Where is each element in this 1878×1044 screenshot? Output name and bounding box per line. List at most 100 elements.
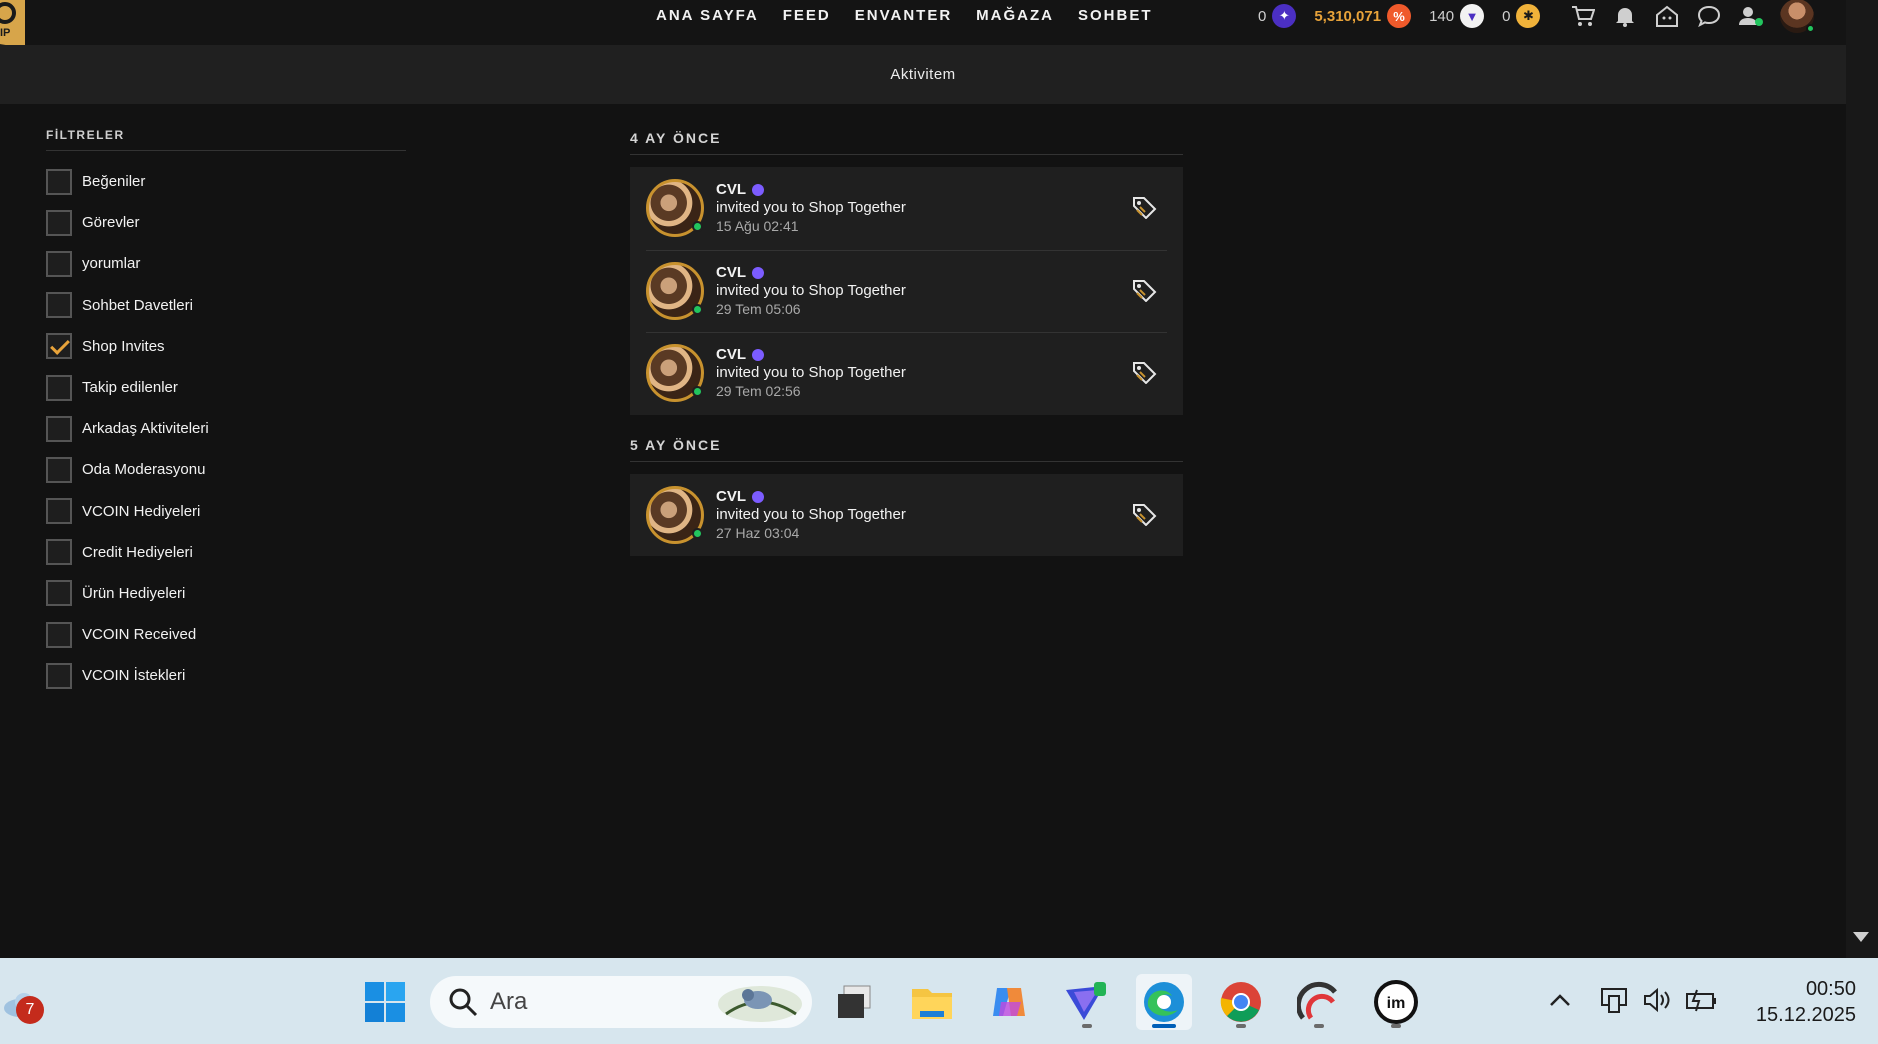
- user-avatar[interactable]: [1780, 0, 1816, 33]
- filter-checkbox[interactable]: [46, 168, 72, 195]
- chat-bubble-icon[interactable]: [1692, 2, 1726, 30]
- filter-label: VCOIN İstekleri: [82, 667, 186, 685]
- filter-item[interactable]: VCOIN Received: [46, 614, 406, 655]
- sender-name[interactable]: CVL: [716, 346, 746, 364]
- cart-icon[interactable]: [1566, 2, 1600, 30]
- edge-browser-button[interactable]: [1136, 974, 1192, 1030]
- main-nav-links: ANA SAYFA FEED ENVANTER MAĞAZA SOHBET: [656, 0, 1153, 30]
- currency-stars-value: 0: [1502, 7, 1511, 25]
- nav-link-home[interactable]: ANA SAYFA: [656, 7, 759, 24]
- currency-gems-value: 0: [1258, 7, 1267, 25]
- task-view-button[interactable]: [826, 974, 882, 1030]
- filter-item[interactable]: Credit Hediyeleri: [46, 532, 406, 573]
- filter-item[interactable]: Görevler: [46, 202, 406, 243]
- shop-tag-icon[interactable]: [1131, 278, 1157, 302]
- activity-item[interactable]: CVL invited you to Shop Together 29 Tem 02…: [630, 332, 1183, 415]
- taskbar-search[interactable]: Ara: [430, 976, 812, 1028]
- copilot-icon: [993, 988, 1025, 1016]
- filter-label: Görevler: [82, 214, 140, 232]
- activity-item[interactable]: CVL invited you to Shop Together 27 Haz 03…: [630, 474, 1183, 557]
- file-explorer-button[interactable]: [904, 974, 960, 1030]
- activity-group: 5 AY ÖNCE CVL invited you to Shop Together…: [630, 437, 1183, 557]
- filter-item[interactable]: Takip edilenler: [46, 367, 406, 408]
- imvu-logo-icon: im: [1374, 980, 1418, 1024]
- filter-checkbox[interactable]: [46, 539, 72, 566]
- filter-item[interactable]: Ürün Hediyeleri: [46, 573, 406, 614]
- shop-tag-icon[interactable]: [1131, 195, 1157, 219]
- nav-link-shop[interactable]: MAĞAZA: [976, 7, 1054, 24]
- filters-title: FİLTRELER: [46, 128, 406, 151]
- top-nav: ANA SAYFA FEED ENVANTER MAĞAZA SOHBET 0 …: [0, 0, 1846, 45]
- weather-widget[interactable]: 7: [2, 980, 44, 1024]
- home-icon[interactable]: [1650, 2, 1684, 30]
- currency-vcoin[interactable]: 140 ▼: [1429, 4, 1485, 28]
- filter-checkbox[interactable]: [46, 333, 72, 360]
- copilot-button[interactable]: [981, 974, 1037, 1030]
- battery-charging-icon: [1686, 989, 1716, 1012]
- activity-timestamp: 15 Ağu 02:41: [716, 218, 799, 235]
- sender-name[interactable]: CVL: [716, 488, 746, 506]
- sender-avatar[interactable]: [646, 344, 704, 403]
- app-window: ANA SAYFA FEED ENVANTER MAĞAZA SOHBET 0 …: [0, 0, 1878, 958]
- notifications-icon[interactable]: [1608, 2, 1642, 30]
- filter-checkbox[interactable]: [46, 250, 72, 277]
- filter-label: Beğeniler: [82, 173, 146, 191]
- folder-icon: [912, 989, 952, 1019]
- start-button[interactable]: [357, 974, 413, 1030]
- vip-badge[interactable]: IP: [0, 0, 25, 48]
- imvu-app-button[interactable]: im: [1368, 974, 1424, 1030]
- filter-checkbox[interactable]: [46, 456, 72, 483]
- vpn-app-button[interactable]: [1059, 974, 1115, 1030]
- taskbar-clock[interactable]: 00:50 15.12.2025: [1740, 976, 1856, 1028]
- shop-tag-icon[interactable]: [1131, 502, 1157, 526]
- filter-item[interactable]: yorumlar: [46, 243, 406, 284]
- activity-text: CVL invited you to Shop Together 29 Tem 02…: [716, 346, 906, 400]
- filter-label: Takip edilenler: [82, 379, 178, 397]
- filter-item[interactable]: Sohbet Davetleri: [46, 285, 406, 326]
- activity-item[interactable]: CVL invited you to Shop Together 29 Tem 05…: [630, 249, 1183, 333]
- nav-link-inventory[interactable]: ENVANTER: [855, 7, 952, 24]
- sender-name[interactable]: CVL: [716, 181, 746, 199]
- vpn-shield-icon: [1066, 982, 1106, 1020]
- activity-timestamp: 29 Tem 02:56: [716, 383, 801, 400]
- activity-item[interactable]: CVL invited you to Shop Together 15 Ağu 02…: [630, 167, 1183, 250]
- filter-item[interactable]: Shop Invites: [46, 326, 406, 367]
- filter-item[interactable]: Arkadaş Aktiviteleri: [46, 408, 406, 449]
- filter-item[interactable]: VCOIN Hediyeleri: [46, 491, 406, 532]
- filter-checkbox[interactable]: [46, 662, 72, 689]
- nav-link-chat[interactable]: SOHBET: [1078, 7, 1153, 24]
- creative-app-button[interactable]: [1291, 974, 1347, 1030]
- filter-checkbox[interactable]: [46, 498, 72, 525]
- activity-feed: 4 AY ÖNCE CVL invited you to Shop Together…: [630, 130, 1183, 578]
- page-title: Aktivitem: [890, 66, 956, 83]
- sender-row: CVL: [716, 264, 906, 282]
- sender-avatar[interactable]: [646, 261, 704, 320]
- filter-checkbox[interactable]: [46, 415, 72, 442]
- filter-item[interactable]: Beğeniler: [46, 161, 406, 202]
- friends-icon[interactable]: [1734, 2, 1768, 30]
- chrome-browser-button[interactable]: [1213, 974, 1269, 1030]
- filter-checkbox[interactable]: [46, 580, 72, 607]
- search-placeholder: Ara: [490, 988, 528, 1015]
- filter-checkbox[interactable]: [46, 292, 72, 319]
- sender-avatar[interactable]: [646, 179, 704, 238]
- currency-stars[interactable]: 0 ✱: [1502, 4, 1541, 28]
- shop-tag-icon[interactable]: [1131, 360, 1157, 384]
- battery-button[interactable]: [1684, 982, 1718, 1018]
- sender-name[interactable]: CVL: [716, 264, 746, 282]
- nav-link-feed[interactable]: FEED: [783, 7, 831, 24]
- chrome-browser-icon: [1220, 982, 1261, 1022]
- filter-checkbox[interactable]: [46, 209, 72, 236]
- currency-gems[interactable]: 0 ✦: [1258, 4, 1297, 28]
- currency-credits[interactable]: 5,310,071 %: [1314, 4, 1412, 28]
- page-scrollbar[interactable]: [1846, 0, 1878, 958]
- scroll-down-arrow-icon[interactable]: [1853, 932, 1869, 942]
- volume-button[interactable]: [1641, 982, 1673, 1018]
- sender-avatar[interactable]: [646, 485, 704, 544]
- filter-item[interactable]: VCOIN İstekleri: [46, 655, 406, 696]
- filter-checkbox[interactable]: [46, 374, 72, 401]
- network-button[interactable]: [1598, 982, 1630, 1018]
- filter-checkbox[interactable]: [46, 621, 72, 648]
- show-hidden-icons-button[interactable]: [1546, 982, 1574, 1018]
- filter-item[interactable]: Oda Moderasyonu: [46, 449, 406, 490]
